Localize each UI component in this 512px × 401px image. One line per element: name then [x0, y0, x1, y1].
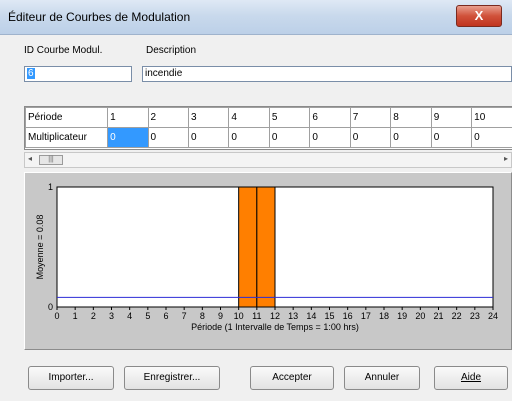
id-field[interactable]: 6 — [24, 66, 132, 82]
cancel-button[interactable]: Annuler — [344, 366, 420, 390]
x-tick-label: 14 — [306, 311, 316, 321]
x-tick-label: 5 — [145, 311, 150, 321]
period-grid: Période 1 2 3 4 5 6 7 8 9 10 Multiplicat… — [24, 106, 512, 150]
close-button[interactable]: X — [456, 5, 502, 27]
accept-button[interactable]: Accepter — [250, 366, 334, 390]
x-tick-label: 19 — [397, 311, 407, 321]
x-tick-label: 18 — [379, 311, 389, 321]
description-label: Description — [146, 45, 197, 56]
id-label: ID Courbe Modul. — [24, 45, 103, 56]
x-tick-label: 16 — [343, 311, 353, 321]
period-cell[interactable]: 1 — [107, 107, 149, 128]
scroll-left-icon[interactable]: ◂ — [28, 154, 32, 163]
x-tick-label: 2 — [91, 311, 96, 321]
y-axis-label: Moyenne = 0.08 — [35, 215, 45, 280]
multiplier-cell[interactable]: 0 — [390, 127, 432, 148]
y-tick-label: 1 — [48, 182, 53, 192]
x-tick-label: 17 — [361, 311, 371, 321]
x-tick-label: 15 — [324, 311, 334, 321]
period-cell[interactable]: 10 — [471, 107, 512, 128]
x-tick-label: 8 — [200, 311, 205, 321]
x-tick-label: 10 — [234, 311, 244, 321]
period-cell[interactable]: 6 — [309, 107, 351, 128]
description-field[interactable]: incendie — [142, 66, 512, 82]
period-cell[interactable]: 4 — [228, 107, 270, 128]
x-axis-label: Période (1 Intervalle de Temps = 1:00 hr… — [191, 322, 359, 332]
scroll-right-icon[interactable]: ▸ — [504, 154, 508, 163]
multiplier-cell[interactable]: 0 — [309, 127, 351, 148]
period-header: Période — [25, 107, 109, 128]
x-tick-label: 11 — [252, 311, 261, 321]
x-tick-label: 9 — [218, 311, 223, 321]
horizontal-scrollbar[interactable]: ◂ ||| ▸ — [24, 152, 512, 168]
x-tick-label: 6 — [163, 311, 168, 321]
window-title: Éditeur de Courbes de Modulation — [8, 10, 191, 24]
period-cell[interactable]: 3 — [187, 107, 230, 128]
multiplier-cell[interactable]: 0 — [430, 127, 473, 148]
multiplier-cell[interactable]: 0 — [471, 127, 512, 148]
multiplier-row: Multiplicateur 0 0 0 0 0 0 0 0 0 0 — [25, 127, 512, 148]
help-button[interactable]: Aide — [434, 366, 508, 390]
x-tick-label: 21 — [433, 311, 443, 321]
bar — [238, 186, 258, 308]
period-cell[interactable]: 7 — [349, 107, 392, 128]
multiplier-cell[interactable]: 0 — [228, 127, 270, 148]
multiplier-header: Multiplicateur — [25, 127, 109, 148]
x-tick-label: 0 — [54, 311, 59, 321]
id-value: 6 — [27, 68, 35, 79]
help-label: Aide — [460, 372, 481, 383]
x-tick-label: 13 — [288, 311, 298, 321]
x-tick-label: 22 — [452, 311, 462, 321]
multiplier-cell[interactable]: 0 — [147, 127, 189, 148]
import-button[interactable]: Importer... — [28, 366, 114, 390]
modulation-chart: 0 1 2 3 4 5 6 7 8 9 10 11 12 13 14 15 16 17 18 19 20 21 22 23 24… — [35, 182, 498, 332]
chart-panel: 0 1 2 3 4 5 6 7 8 9 10 11 12 13 14 15 16 17 18 19 20 21 22 23 24… — [24, 172, 512, 350]
x-tick-label: 20 — [415, 311, 425, 321]
y-tick-label: 0 — [48, 302, 53, 312]
multiplier-cell[interactable]: 0 — [349, 127, 392, 148]
x-tick-label: 23 — [470, 311, 480, 321]
x-tick-label: 12 — [270, 311, 280, 321]
multiplier-cell[interactable]: 0 — [187, 127, 230, 148]
scroll-thumb[interactable]: ||| — [39, 155, 63, 165]
title-bar: Éditeur de Courbes de Modulation X — [0, 0, 512, 35]
x-tick-label: 7 — [182, 311, 187, 321]
period-cell[interactable]: 2 — [147, 107, 189, 128]
period-cell[interactable]: 8 — [390, 107, 432, 128]
save-button[interactable]: Enregistrer... — [124, 366, 220, 390]
x-tick-label: 3 — [109, 311, 114, 321]
multiplier-cell[interactable]: 0 — [107, 127, 149, 148]
x-tick-label: 4 — [127, 311, 132, 321]
period-cell[interactable]: 5 — [268, 107, 311, 128]
x-tick-label: 24 — [488, 311, 498, 321]
bar — [256, 186, 276, 308]
period-row: Période 1 2 3 4 5 6 7 8 9 10 — [25, 107, 512, 128]
period-cell[interactable]: 9 — [430, 107, 473, 128]
x-tick-label: 1 — [73, 311, 78, 321]
multiplier-cell[interactable]: 0 — [268, 127, 311, 148]
